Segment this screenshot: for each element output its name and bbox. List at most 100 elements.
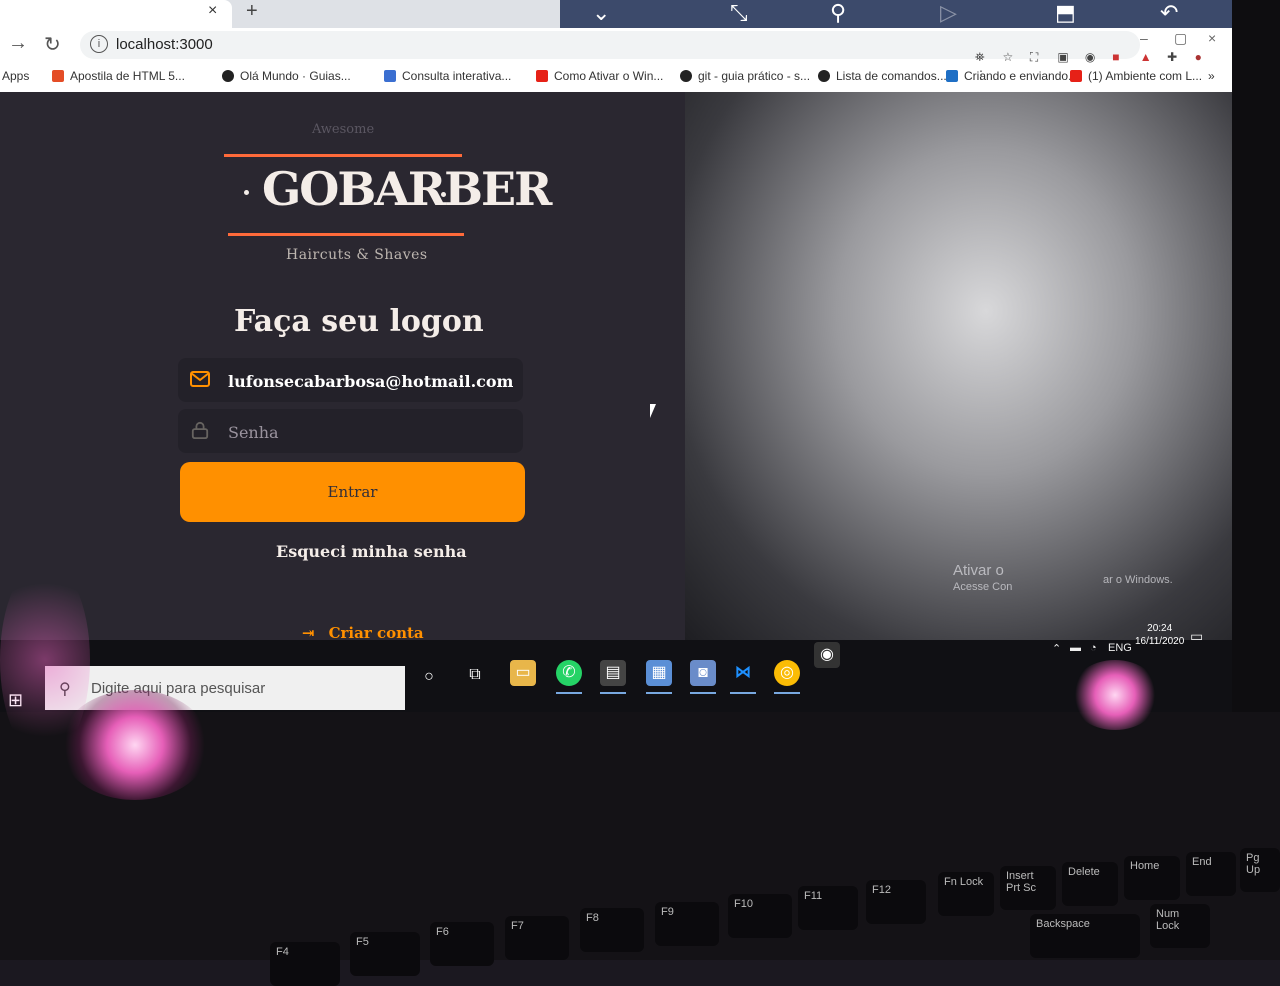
keyboard: F4 F5 F6 F7 F8 F9 F10 F11 F12 Fn Lock In… (0, 848, 1280, 986)
light-reflection (1070, 660, 1160, 730)
chrome-icon[interactable]: ◎ (774, 660, 800, 686)
url-text[interactable]: localhost:3000 (116, 36, 213, 53)
avatar-icon[interactable]: ● (1195, 50, 1211, 64)
doc-icon (946, 70, 958, 82)
github-icon (222, 70, 234, 82)
extension-red-icon[interactable]: ▲ (1140, 50, 1156, 64)
key[interactable]: F5 (350, 932, 420, 976)
email-input[interactable] (226, 366, 515, 396)
mouse-cursor (650, 404, 656, 418)
bookmark-item[interactable]: Consulta interativa... (384, 69, 511, 83)
key[interactable]: Pg Up (1240, 848, 1280, 892)
download-window-icon[interactable]: ⬒ (1055, 0, 1076, 26)
battery-icon[interactable]: ▬ (1070, 642, 1081, 654)
key[interactable]: Num Lock (1150, 904, 1210, 948)
bookmark-label: Consulta interativa... (402, 69, 512, 83)
notification-icon[interactable]: ▭ (1190, 628, 1203, 645)
extension-icons: ⛯ ☆ ⛶ ▣ ◉ ■ ▲ ✚ ● ⋮ (975, 48, 1232, 84)
wifi-icon[interactable]: ◔ (1090, 642, 1097, 654)
vscode-icon[interactable]: ⋈ (730, 660, 756, 686)
key[interactable]: F4 (270, 942, 340, 986)
key[interactable]: F8 (580, 908, 644, 952)
watermark-line: Ativar o (953, 562, 1004, 579)
minimize-button[interactable]: – (1140, 30, 1148, 46)
menu-icon[interactable]: ⋮ (975, 68, 991, 82)
key[interactable]: F7 (505, 916, 569, 960)
car-icon (384, 70, 396, 82)
logo-tagline: Haircuts & Shaves (286, 247, 428, 263)
tab-close-icon[interactable]: × (208, 2, 217, 20)
logo-line-top (224, 154, 462, 157)
key[interactable]: Fn Lock (938, 872, 994, 916)
active-indicator (600, 692, 626, 694)
star-icon[interactable]: ☆ (1002, 50, 1018, 64)
key[interactable]: F10 (728, 894, 792, 938)
email-field[interactable] (178, 358, 523, 402)
close-window-button[interactable]: × (1208, 30, 1216, 46)
info-icon[interactable]: i (90, 35, 108, 53)
login-button[interactable]: Entrar (180, 462, 525, 522)
bookmark-apps[interactable]: Apps (2, 69, 29, 83)
overlay-toolbar: ⌄ ⤡ ⚲ ▷ ⬒ ↶ (560, 0, 1232, 28)
terminal-icon[interactable]: ▤ (600, 660, 626, 686)
youtube-icon (536, 70, 548, 82)
html5-icon (52, 70, 64, 82)
search-icon[interactable]: ⚲ (830, 0, 846, 26)
password-field[interactable] (178, 409, 523, 453)
logo: GOBARBER (262, 162, 552, 216)
chevron-down-icon[interactable]: ⌄ (592, 0, 610, 26)
active-indicator (774, 692, 800, 694)
extension-icon[interactable]: ▣ (1057, 50, 1073, 64)
password-input[interactable] (226, 417, 515, 447)
key[interactable]: F6 (430, 922, 494, 966)
task-view-icon[interactable]: ⧉ (462, 662, 488, 688)
clock-date: 16/11/2020 (1135, 636, 1185, 647)
cortana-icon[interactable]: ○ (416, 664, 442, 690)
background-photo: Ativar o Acesse Con ar o Windows. (685, 92, 1232, 640)
logo-top-text: Awesome (312, 122, 375, 137)
puzzle-icon[interactable]: ✚ (1167, 50, 1183, 64)
whatsapp-icon[interactable]: ✆ (556, 660, 582, 686)
browser-tab[interactable]: × (0, 0, 232, 28)
new-tab-button[interactable]: + (246, 0, 258, 23)
bookmark-item[interactable]: git - guia prático - s... (680, 69, 810, 83)
logo-dot (244, 190, 249, 195)
app-icon[interactable]: ◉ (814, 642, 840, 668)
tray-chevron-icon[interactable]: ⌃ (1052, 642, 1061, 655)
bookmark-label: Apostila de HTML 5... (70, 69, 185, 83)
bookmark-item[interactable]: Olá Mundo · Guias... (222, 69, 351, 83)
language-indicator[interactable]: ENG (1108, 642, 1132, 654)
key[interactable]: F12 (866, 880, 926, 924)
app-icon[interactable]: ◙ (690, 660, 716, 686)
key[interactable]: F11 (798, 886, 858, 930)
expand-icon[interactable]: ⤡ (730, 0, 748, 26)
bookmark-item[interactable]: Como Ativar o Win... (536, 69, 663, 83)
key[interactable]: Insert Prt Sc (1000, 866, 1056, 910)
bookmark-label: git - guia prático - s... (698, 69, 811, 83)
restore-button[interactable]: ▢ (1174, 30, 1187, 47)
bookmark-item[interactable]: Lista de comandos... (818, 69, 947, 83)
screenshot-icon[interactable]: ⛶ (1030, 50, 1046, 64)
cast-icon[interactable]: ◉ (1085, 50, 1101, 64)
back-arrow-icon[interactable]: ↶ (1160, 0, 1178, 26)
bookmark-label: Apps (2, 69, 30, 83)
translate-icon[interactable]: ⛯ (975, 50, 991, 64)
key[interactable]: End (1186, 852, 1236, 896)
clock-time: 20:24 (1147, 623, 1173, 634)
key[interactable]: Delete (1062, 862, 1118, 906)
play-icon[interactable]: ▷ (940, 0, 957, 26)
windows-taskbar: ⊞ ⚲ Digite aqui para pesquisar ○ ⧉ ▭ ✆ ▤… (0, 623, 1232, 712)
extension-red-icon[interactable]: ■ (1112, 50, 1128, 64)
forward-icon[interactable]: → (8, 32, 28, 55)
bookmark-item[interactable]: Apostila de HTML 5... (52, 69, 185, 83)
file-explorer-icon[interactable]: ▭ (510, 660, 536, 686)
app-icon[interactable]: ▦ (646, 660, 672, 686)
key[interactable]: Home (1124, 856, 1180, 900)
key[interactable]: F9 (655, 902, 719, 946)
clock[interactable]: 20:24 16/11/2020 (1135, 622, 1184, 648)
logo-line-bottom (228, 233, 464, 236)
forgot-password-link[interactable]: Esqueci minha senha (276, 542, 467, 561)
key[interactable]: Backspace (1030, 914, 1140, 958)
reload-icon[interactable]: ↻ (44, 32, 61, 57)
page-title: Faça seu logon (234, 304, 484, 339)
